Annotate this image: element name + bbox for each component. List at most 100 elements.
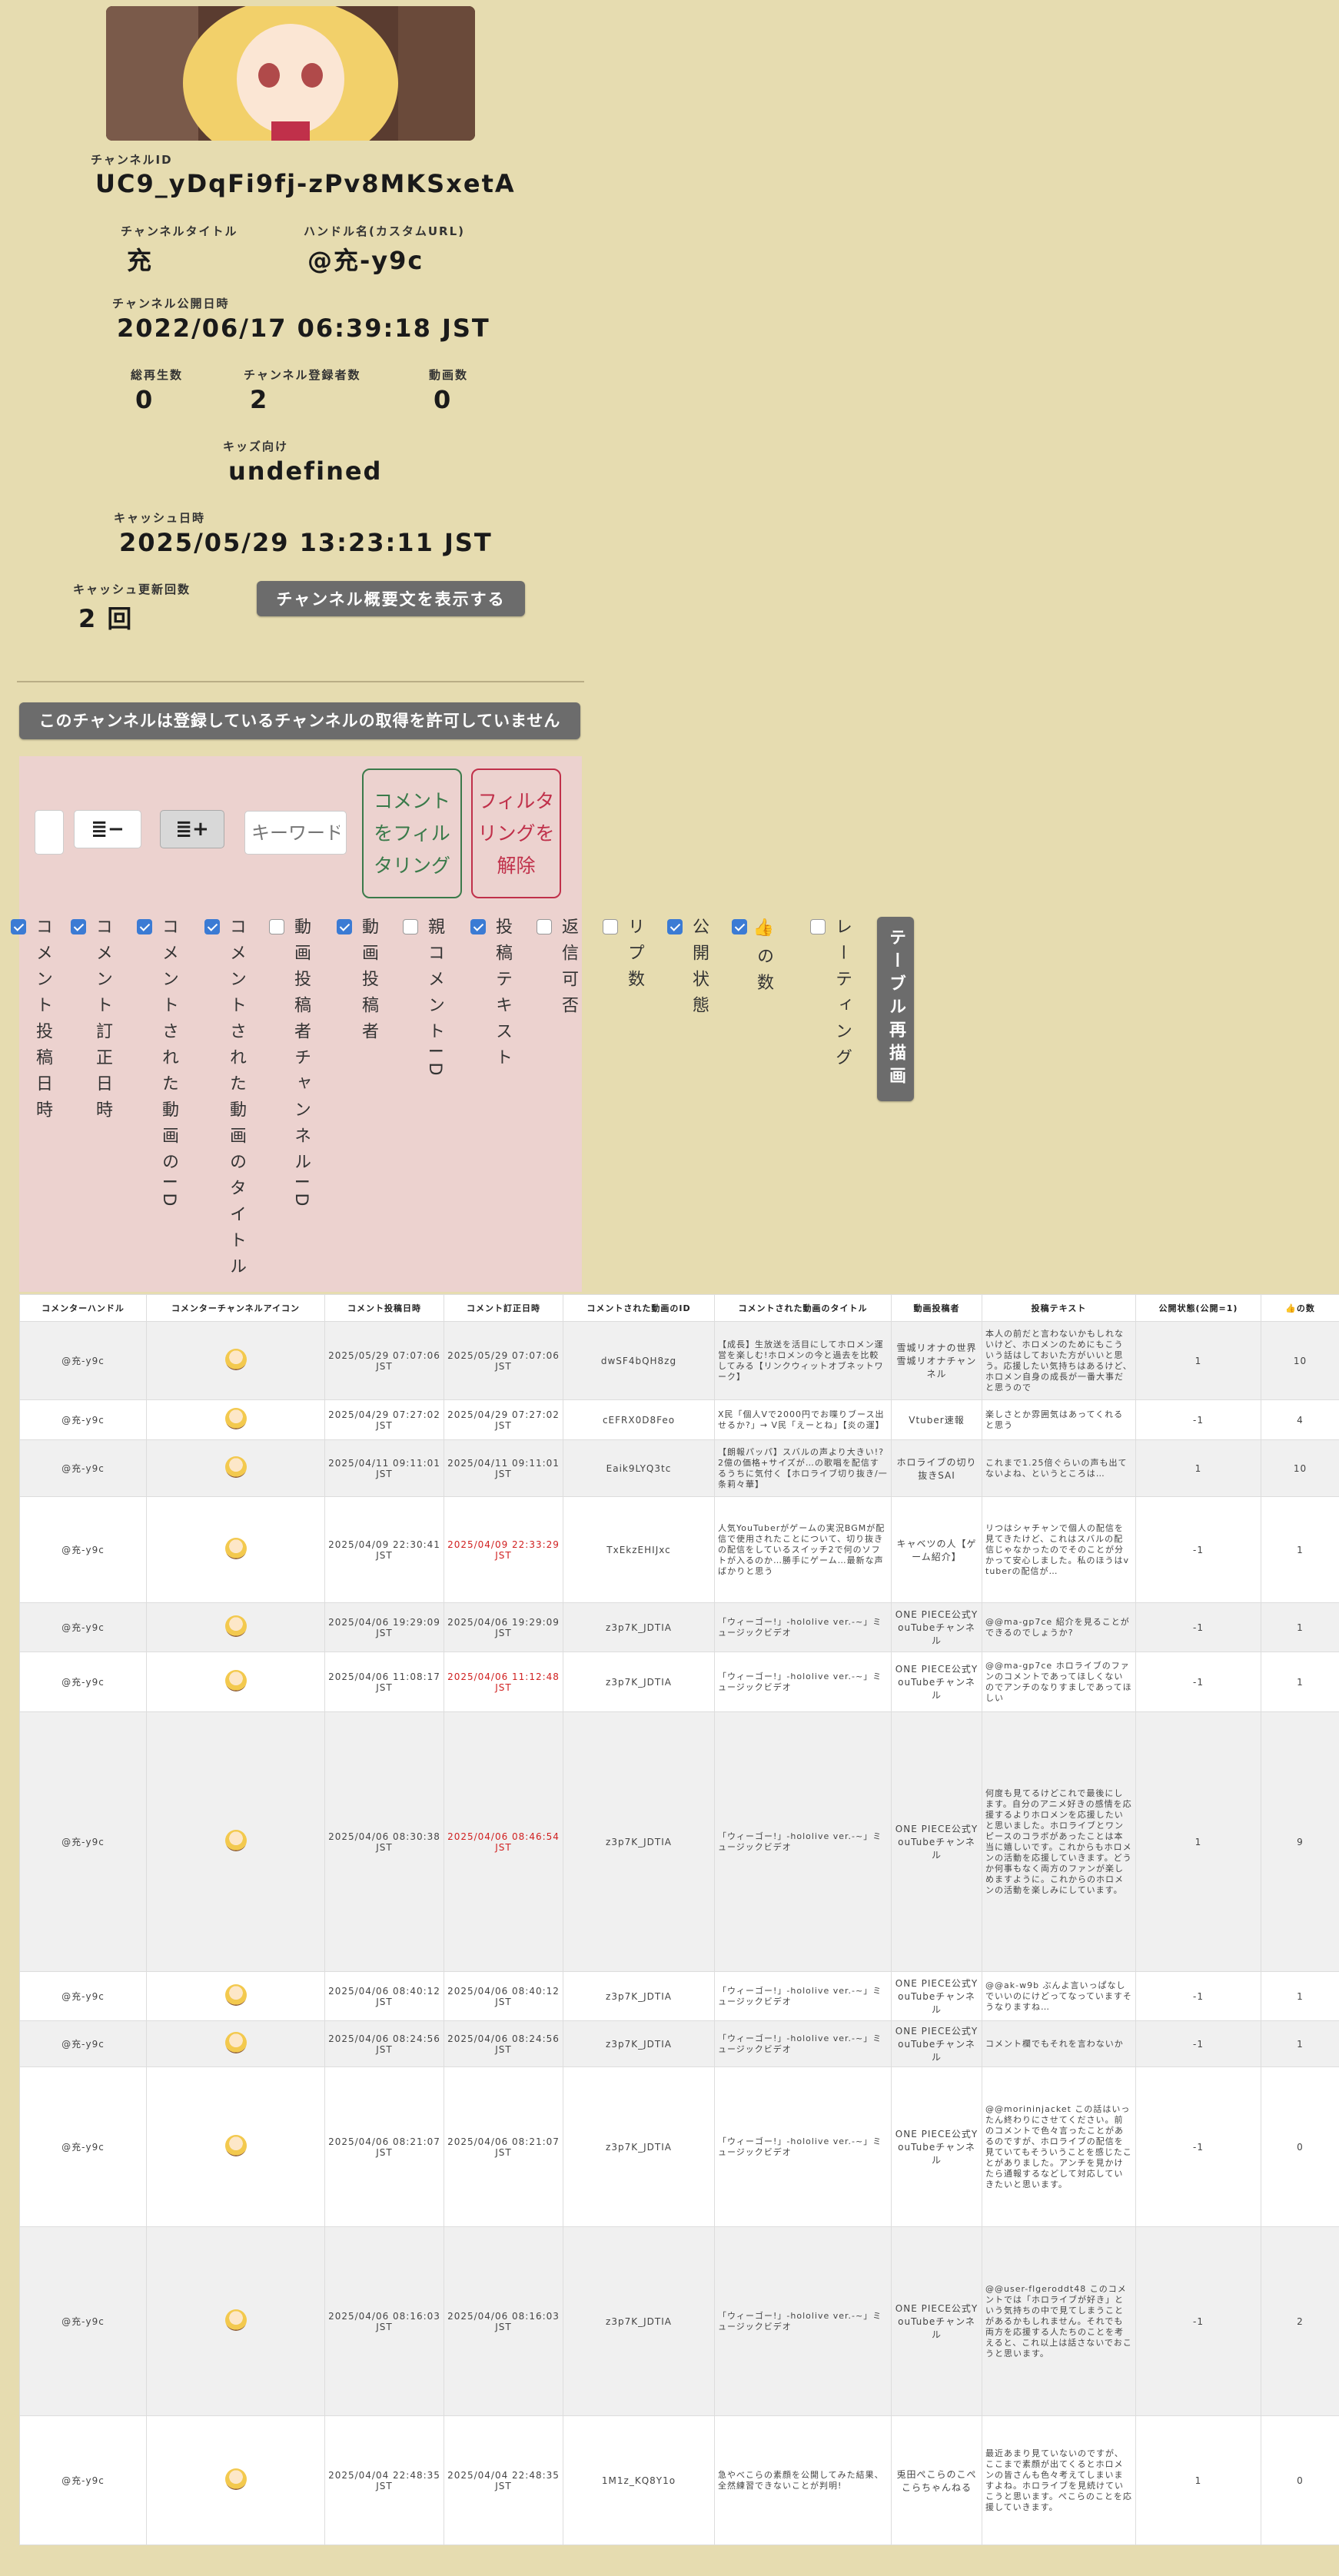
keyword-input[interactable] (244, 811, 347, 855)
checkbox[interactable] (71, 919, 86, 934)
commenter-avatar-icon (224, 1538, 247, 1559)
cell-public: 1 (1135, 2415, 1261, 2545)
filter-comments-button[interactable]: コメントをフィルタリング (362, 768, 462, 898)
toggle-likes[interactable]: 👍の数 (732, 918, 810, 1283)
toggle-reply-count[interactable]: リプ数 (603, 918, 667, 1283)
cell-likes: 0 (1261, 2066, 1339, 2227)
cell-video-title: 「ウィーゴー!」-hololive ver.-~」ミュージックビデオ (714, 1711, 892, 1972)
toggle-label: 動画投稿者チャンネルID (291, 918, 311, 1216)
cell-public: -1 (1135, 1496, 1261, 1603)
published-label: チャンネル公開日時 (112, 297, 230, 310)
header-cell[interactable]: 投稿テキスト (982, 1294, 1136, 1322)
videos-value: 0 (434, 385, 453, 414)
toggle-label: 投稿テキスト (493, 918, 512, 1074)
subscription-notice: このチャンネルは登録しているチャンネルの取得を許可していません (19, 702, 580, 739)
cell-likes: 9 (1261, 1711, 1339, 1972)
header-cell[interactable]: コメンターハンドル (19, 1294, 147, 1322)
header-cell[interactable]: コメントされた動画のタイトル (714, 1294, 892, 1322)
header-cell[interactable]: コメントされた動画のID (563, 1294, 715, 1322)
cell-likes: 1 (1261, 1602, 1339, 1652)
cell-video-title: 「ウィーゴー!」-hololive ver.-~」ミュージックビデオ (714, 2066, 892, 2227)
cell-text: これまで1.25倍ぐらいの声も出てないよね、というところは… (982, 1439, 1136, 1497)
cell-text: @@ma-gp7ce 紹介を見ることができるのでしょうか? (982, 1602, 1136, 1652)
subscribers-label: チャンネル登録者数 (244, 368, 361, 382)
checkbox[interactable] (11, 919, 26, 934)
table-row: @充-y9c 2025/04/06 08:30:38 JST 2025/04/06 … (19, 1711, 1339, 1972)
cell-likes: 1 (1261, 1496, 1339, 1603)
commenter-avatar-icon (224, 1615, 247, 1637)
toggle-public[interactable]: 公開状態 (667, 918, 732, 1283)
commenter-avatar-icon (224, 1456, 247, 1478)
cell-uploader: ONE PIECE公式YouTubeチャンネル (891, 1971, 982, 2021)
checkbox[interactable] (537, 919, 552, 934)
checkbox[interactable] (667, 919, 683, 934)
table-row: @充-y9c 2025/04/06 08:24:56 JST 2025/04/06 … (19, 2020, 1339, 2067)
checkbox[interactable] (204, 919, 220, 934)
cell-avatar (146, 1711, 325, 1972)
checkbox[interactable] (403, 919, 418, 934)
cell-video-id: Eaik9LYQ3tc (563, 1439, 715, 1497)
toggle-parent-id[interactable]: 親コメントID (403, 918, 470, 1283)
cell-posted: 2025/04/09 22:30:41 JST (324, 1496, 444, 1603)
cell-likes: 2 (1261, 2226, 1339, 2416)
toggle-video-title[interactable]: コメントされた動画のタイトル (204, 918, 269, 1283)
commenter-avatar-icon (224, 1830, 247, 1851)
cache-date-value: 2025/05/29 13:23:11 JST (119, 528, 493, 557)
cell-uploader: ONE PIECE公式YouTubeチャンネル (891, 1602, 982, 1652)
cell-likes: 10 (1261, 1439, 1339, 1497)
cell-video-title: 人気YouTuberがゲームの実況BGMが配信で使用されたことについて、切り抜き… (714, 1496, 892, 1603)
header-cell[interactable]: 👍の数 (1261, 1294, 1339, 1322)
checkbox[interactable] (337, 919, 352, 934)
collapse-rows-button[interactable]: ≣− (74, 810, 141, 848)
toggle-rating[interactable]: レーティング (810, 918, 869, 1283)
checkbox[interactable] (470, 919, 486, 934)
toggle-label: 公開状態 (689, 918, 709, 1022)
toggle-text[interactable]: 投稿テキスト (470, 918, 537, 1283)
clear-filter-button[interactable]: フィルタリングを解除 (471, 768, 561, 898)
cell-edited: 2025/04/09 22:33:29 JST (444, 1496, 563, 1603)
cell-video-title: 「ウィーゴー!」-hololive ver.-~」ミュージックビデオ (714, 2020, 892, 2067)
cache-count-value: 2 回 (78, 604, 134, 633)
cache-count-label: キャッシュ更新回数 (73, 583, 191, 596)
show-description-button[interactable]: チャンネル概要文を表示する (257, 581, 525, 616)
header-cell[interactable]: 公開状態(公開=1) (1135, 1294, 1261, 1322)
header-cell[interactable]: 動画投稿者 (891, 1294, 982, 1322)
cell-uploader: ONE PIECE公式YouTubeチャンネル (891, 2226, 982, 2416)
checkbox[interactable] (269, 919, 284, 934)
checkbox[interactable] (810, 919, 826, 934)
checkbox[interactable] (137, 919, 152, 934)
filter-small-input[interactable] (35, 810, 64, 855)
cell-edited: 2025/04/06 08:24:56 JST (444, 2020, 563, 2067)
toggle-posted[interactable]: コメント投稿日時 (11, 918, 71, 1283)
cell-uploader: ホロライブの切り抜きSAI (891, 1439, 982, 1497)
cell-posted: 2025/04/06 08:21:07 JST (324, 2066, 444, 2227)
cell-video-id: z3p7K_JDTIA (563, 1711, 715, 1972)
table-header: コメンターハンドル コメンターチャンネルアイコン コメント投稿日時 コメント訂正… (19, 1294, 1339, 1322)
toggle-edited[interactable]: コメント訂正日時 (71, 918, 137, 1283)
cell-posted: 2025/05/29 07:07:06 JST (324, 1321, 444, 1400)
header-cell[interactable]: コメント訂正日時 (444, 1294, 563, 1322)
toggle-uploader[interactable]: 動画投稿者 (337, 918, 403, 1283)
header-cell[interactable]: コメンターチャンネルアイコン (146, 1294, 325, 1322)
cell-text: @@ak-w9b ぶんよ言いっぱなしでいいのにけどってなっていますそうなりますね… (982, 1971, 1136, 2021)
cell-handle: @充-y9c (19, 1711, 147, 1972)
checkbox[interactable] (603, 919, 618, 934)
cell-handle: @充-y9c (19, 1496, 147, 1603)
cell-edited: 2025/04/06 11:12:48 JST (444, 1651, 563, 1712)
redraw-table-button[interactable]: テーブル再描画 (877, 917, 914, 1101)
header-cell[interactable]: コメント投稿日時 (324, 1294, 444, 1322)
commenter-avatar-icon (224, 1408, 247, 1429)
toggle-uploader-id[interactable]: 動画投稿者チャンネルID (269, 918, 337, 1283)
table-row: @充-y9c 2025/04/06 08:16:03 JST 2025/04/06 … (19, 2226, 1339, 2416)
toggle-reply-allowed[interactable]: 返信可否 (537, 918, 603, 1283)
toggle-video-id[interactable]: コメントされた動画のID (137, 918, 204, 1283)
cell-avatar (146, 2066, 325, 2227)
cell-handle: @充-y9c (19, 2226, 147, 2416)
checkbox[interactable] (732, 919, 747, 934)
cell-handle: @充-y9c (19, 2020, 147, 2067)
cell-text: 最近あまり見ていないのですが、ここまで素顔が出てくるとホロメンの皆さんも色々考え… (982, 2415, 1136, 2545)
cell-likes: 1 (1261, 2020, 1339, 2067)
expand-rows-button[interactable]: ≣+ (160, 810, 224, 848)
cell-text: リつはシャチャンで個人の配信を見てきたけど、これはスバルの配信じゃなかったのでそ… (982, 1496, 1136, 1603)
cell-video-title: 「ウィーゴー!」-hololive ver.-~」ミュージックビデオ (714, 1971, 892, 2021)
